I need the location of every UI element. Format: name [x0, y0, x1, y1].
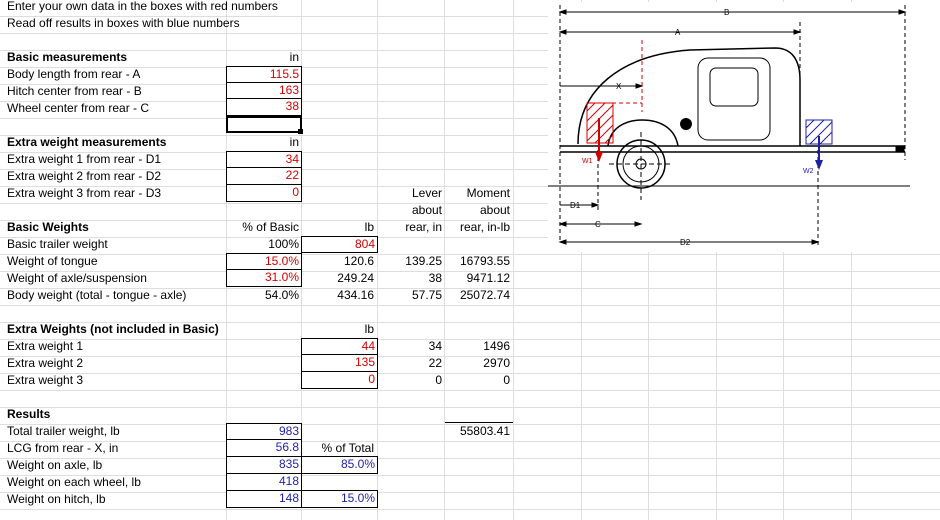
- weight-label-w2: W2: [803, 168, 814, 175]
- dim-label-a: A: [675, 28, 681, 37]
- dim-label-x: X: [616, 82, 622, 91]
- dim-label-b: B: [724, 8, 729, 17]
- latch-icon: [680, 118, 692, 130]
- dim-label-d2: D2: [680, 238, 691, 247]
- trailer-diagram: B A X D1 C D2 W1 W2: [548, 2, 940, 252]
- dim-label-c: C: [595, 220, 601, 229]
- weight-label-w1: W1: [582, 158, 593, 165]
- dim-label-d1: D1: [570, 201, 581, 210]
